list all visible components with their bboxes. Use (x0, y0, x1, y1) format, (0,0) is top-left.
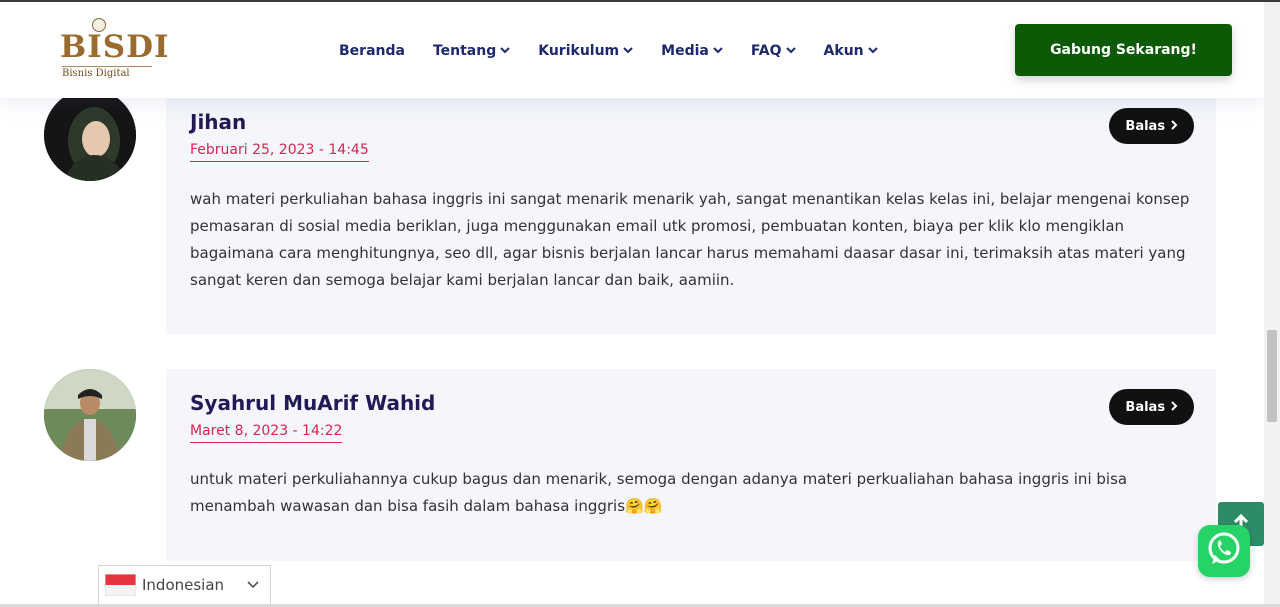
nav-media[interactable]: Media (661, 39, 723, 63)
chevron-down-icon (867, 46, 878, 57)
window-top-border (0, 0, 1280, 2)
comment-date[interactable]: Februari 25, 2023 - 14:45 (190, 142, 369, 162)
nav-label: Akun (823, 43, 864, 59)
comment-card: Jihan Februari 25, 2023 - 14:45 Balas wa… (166, 88, 1216, 334)
nav-kurikulum[interactable]: Kurikulum (538, 39, 633, 63)
language-selector[interactable]: Indonesian (98, 565, 271, 605)
logo-wordmark: BISDI (60, 29, 170, 65)
indonesia-flag-icon (104, 573, 137, 597)
chevron-down-icon (246, 575, 260, 594)
comment-author[interactable]: Syahrul MuArif Wahid (190, 391, 435, 415)
chevron-right-icon (1170, 400, 1178, 415)
chevron-right-icon (1170, 119, 1178, 134)
comment-text: wah materi perkuliahan bahasa inggris in… (190, 190, 1190, 289)
page: BISDI Bisnis Digital Beranda Tentang Kur… (0, 0, 1280, 607)
nav-label: Tentang (432, 43, 497, 59)
site-header: BISDI Bisnis Digital Beranda Tentang Kur… (0, 2, 1264, 98)
reply-button[interactable]: Balas (1109, 389, 1194, 425)
comment-date[interactable]: Maret 8, 2023 - 14:22 (190, 423, 343, 443)
reply-button[interactable]: Balas (1109, 108, 1194, 144)
chevron-down-icon (785, 46, 796, 57)
join-now-button[interactable]: Gabung Sekarang! (1015, 24, 1232, 76)
avatar (44, 89, 136, 181)
nav-akun[interactable]: Akun (824, 39, 878, 63)
reply-label: Balas (1125, 399, 1166, 415)
scrollbar-thumb[interactable] (1267, 330, 1277, 422)
main-nav: Beranda Tentang Kurikulum Media FAQ Akun (339, 39, 878, 63)
page-scrollbar[interactable] (1264, 0, 1280, 607)
nav-label: Kurikulum (538, 43, 620, 59)
chevron-down-icon (713, 46, 723, 57)
nav-label: Media (661, 43, 709, 59)
whatsapp-icon (1205, 530, 1243, 572)
reply-label: Balas (1125, 118, 1166, 134)
comment-author[interactable]: Jihan (190, 110, 246, 134)
nav-label: FAQ (750, 43, 782, 59)
nav-tentang[interactable]: Tentang (433, 39, 510, 63)
nav-beranda[interactable]: Beranda (339, 39, 405, 63)
chevron-down-icon (500, 46, 510, 57)
whatsapp-button[interactable] (1198, 525, 1250, 577)
nav-label: Beranda (339, 43, 405, 59)
comment-text: untuk materi perkuliahannya cukup bagus … (190, 470, 1128, 515)
language-label: Indonesian (142, 576, 225, 594)
bisdi-logo[interactable]: BISDI Bisnis Digital (60, 16, 170, 82)
nav-faq[interactable]: FAQ (751, 39, 796, 63)
chevron-down-icon (623, 46, 633, 57)
logo-subtitle: Bisnis Digital (62, 66, 152, 79)
comment-card: Syahrul MuArif Wahid Maret 8, 2023 - 14:… (166, 369, 1216, 561)
avatar (44, 369, 136, 461)
